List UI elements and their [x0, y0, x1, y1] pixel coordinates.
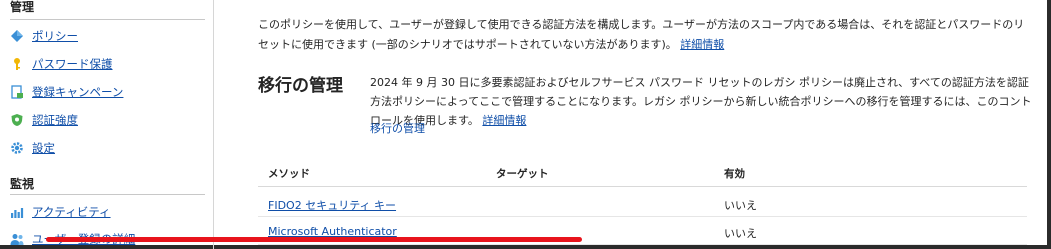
sidebar-item-authentication-strength[interactable]: 認証強度 — [10, 110, 78, 130]
sidebar: 管理 ポリシー パスワード保護 登録キャンペーン 認証強度 設定 監視 アクティ… — [0, 0, 212, 249]
diamond-icon — [10, 29, 24, 43]
enabled-cell: いいえ — [724, 199, 757, 212]
sidebar-item-label[interactable]: 認証強度 — [32, 112, 78, 128]
document-icon — [10, 85, 24, 99]
sidebar-heading-monitor: 監視 — [10, 177, 35, 191]
sidebar-item-password-protection[interactable]: パスワード保護 — [10, 54, 113, 74]
sidebar-item-activity[interactable]: アクティビティ — [10, 202, 111, 222]
shield-icon — [10, 113, 24, 127]
column-header-method[interactable]: メソッド — [268, 166, 310, 181]
migration-description: 2024 年 9 月 30 日に多要素認証およびセルフサービス パスワード リセ… — [370, 73, 1035, 130]
intro-learn-more-link[interactable]: 詳細情報 — [680, 38, 724, 51]
sidebar-item-label[interactable]: 設定 — [32, 140, 55, 156]
sidebar-divider — [10, 19, 205, 20]
people-icon — [10, 232, 24, 246]
sidebar-item-label[interactable]: ポリシー — [32, 28, 78, 44]
column-header-target[interactable]: ターゲット — [496, 166, 549, 181]
migration-learn-more-link[interactable]: 詳細情報 — [482, 114, 526, 127]
main-content: このポリシーを使用して、ユーザーが登録して使用できる認証方法を構成します。ユーザ… — [213, 0, 1048, 249]
sidebar-item-policy[interactable]: ポリシー — [10, 26, 78, 46]
sidebar-heading-manage: 管理 — [10, 0, 35, 14]
highlight-underline — [46, 237, 582, 242]
bar-chart-icon — [10, 205, 24, 219]
sidebar-item-settings[interactable]: 設定 — [10, 138, 55, 158]
key-icon — [10, 57, 24, 71]
manage-migration-link[interactable]: 移行の管理 — [370, 120, 425, 136]
table-row[interactable]: FIDO2 セキュリティ キー いいえ — [258, 189, 1027, 217]
sidebar-item-registration-campaign[interactable]: 登録キャンペーン — [10, 82, 123, 102]
intro-paragraph: このポリシーを使用して、ユーザーが登録して使用できる認証方法を構成します。ユーザ… — [258, 15, 1033, 55]
sidebar-item-label[interactable]: アクティビティ — [32, 204, 111, 220]
table-header-row: メソッド ターゲット 有効 — [258, 158, 1027, 187]
intro-text: このポリシーを使用して、ユーザーが登録して使用できる認証方法を構成します。ユーザ… — [258, 18, 1025, 51]
sidebar-item-label[interactable]: 登録キャンペーン — [32, 84, 123, 100]
migration-text: 2024 年 9 月 30 日に多要素認証およびセルフサービス パスワード リセ… — [370, 76, 1032, 127]
sidebar-item-label[interactable]: パスワード保護 — [32, 56, 113, 72]
migration-section-title: 移行の管理 — [258, 76, 343, 96]
column-header-enabled[interactable]: 有効 — [724, 166, 745, 181]
sidebar-divider — [10, 194, 205, 195]
gear-icon — [10, 141, 24, 155]
method-link-fido2[interactable]: FIDO2 セキュリティ キー — [268, 197, 396, 213]
enabled-cell: いいえ — [724, 227, 757, 240]
